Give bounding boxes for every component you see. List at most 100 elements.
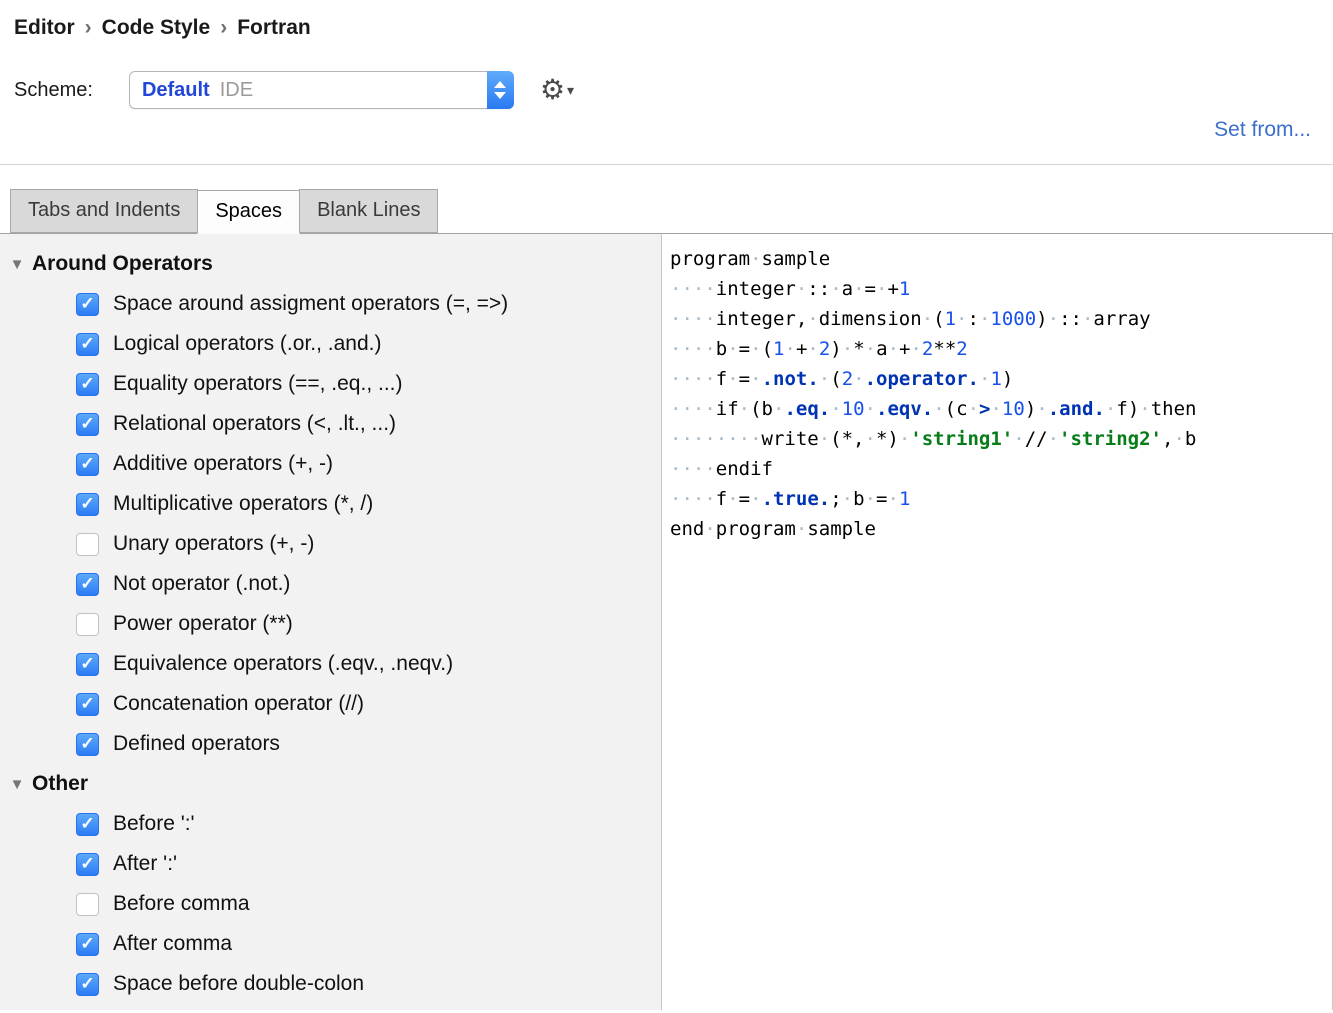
option-label: Multiplicative operators (*, /) <box>113 492 373 516</box>
option-row-space-before-double-colon[interactable]: ✓Space before double-colon <box>0 964 661 1004</box>
code-preview: program·sample····integer·::·a·=·+1····i… <box>662 234 1332 544</box>
option-label: Logical operators (.or., .and.) <box>113 332 381 356</box>
section-title: Around Operators <box>32 252 213 276</box>
tab-tabs-and-indents[interactable]: Tabs and Indents <box>10 189 198 233</box>
check-icon: ✓ <box>80 735 94 752</box>
option-row-not-operator-not[interactable]: ✓ Not operator (.not.) <box>0 564 661 604</box>
check-icon: ✓ <box>80 295 94 312</box>
option-row-multiplicative-operators[interactable]: ✓ Multiplicative operators (*, /) <box>0 484 661 524</box>
option-label: Relational operators (<, .lt., ...) <box>113 412 396 436</box>
breadcrumb-item-fortran[interactable]: Fortran <box>237 16 311 39</box>
scheme-selected-value: Default IDE <box>130 79 253 102</box>
option-row-before[interactable]: ✓Before ':' <box>0 804 661 844</box>
option-label: Before comma <box>113 892 250 916</box>
checkbox-checked-icon[interactable]: ✓ <box>76 333 99 356</box>
code-line: ····integer·::·a·=·+1 <box>670 274 1332 304</box>
code-line: ····f·=·.not.·(2·.operator.·1) <box>670 364 1332 394</box>
option-label: Not operator (.not.) <box>113 572 290 596</box>
checkbox-unchecked-icon[interactable] <box>76 613 99 636</box>
scheme-value: Default <box>142 79 210 101</box>
option-row-equality-operators-eq[interactable]: ✓ Equality operators (==, .eq., ...) <box>0 364 661 404</box>
scheme-select[interactable]: Default IDE <box>129 71 514 109</box>
checkbox-checked-icon[interactable]: ✓ <box>76 933 99 956</box>
stepper-up-icon <box>494 81 506 88</box>
stepper-icon[interactable] <box>487 71 514 109</box>
check-icon: ✓ <box>80 935 94 952</box>
checkbox-checked-icon[interactable]: ✓ <box>76 653 99 676</box>
checkbox-unchecked-icon[interactable] <box>76 533 99 556</box>
code-line: end·program·sample <box>670 514 1332 544</box>
option-label: After ':' <box>113 852 177 876</box>
set-from-row: Set from... <box>0 118 1333 148</box>
option-row-after[interactable]: ✓ After ':' <box>0 844 661 884</box>
breadcrumb-item-editor[interactable]: Editor <box>14 16 75 39</box>
breadcrumb-separator: › <box>75 16 102 39</box>
check-icon: ✓ <box>80 575 94 592</box>
checkbox-checked-icon[interactable]: ✓ <box>76 293 99 316</box>
option-row-relational-operators-lt[interactable]: ✓ Relational operators (<, .lt., ...) <box>0 404 661 444</box>
stepper-down-icon <box>494 92 506 99</box>
options-panel: ▼Around Operators✓Space around assigment… <box>0 234 662 1010</box>
option-label: Concatenation operator (//) <box>113 692 364 716</box>
option-row-equivalence-operators-eqv-neqv[interactable]: ✓ Equivalence operators (.eqv., .neqv.) <box>0 644 661 684</box>
chevron-down-icon: ▾ <box>567 82 574 99</box>
option-row-additive-operators[interactable]: ✓ Additive operators (+, -) <box>0 444 661 484</box>
code-line: ····endif <box>670 454 1332 484</box>
check-icon: ✓ <box>80 455 94 472</box>
code-preview-panel: program·sample····integer·::·a·=·+1····i… <box>662 234 1332 1010</box>
breadcrumb: Editor›Code Style›Fortran <box>0 0 1333 40</box>
option-label: Equality operators (==, .eq., ...) <box>113 372 402 396</box>
collapse-triangle-icon[interactable]: ▼ <box>2 776 32 793</box>
scheme-actions-button[interactable]: ⚙ ▾ <box>540 76 574 104</box>
breadcrumb-item-code-style[interactable]: Code Style <box>102 16 211 39</box>
option-label: Defined operators <box>113 732 280 756</box>
option-row-power-operator[interactable]: Power operator (**) <box>0 604 661 644</box>
code-line: program·sample <box>670 244 1332 274</box>
section-header-other[interactable]: ▼Other <box>0 764 661 804</box>
checkbox-checked-icon[interactable]: ✓ <box>76 413 99 436</box>
scheme-label: Scheme: <box>14 79 93 102</box>
section-title: Other <box>32 772 88 796</box>
checkbox-checked-icon[interactable]: ✓ <box>76 453 99 476</box>
checkbox-checked-icon[interactable]: ✓ <box>76 373 99 396</box>
code-line: ····b·=·(1·+·2)·*·a·+·2**2 <box>670 334 1332 364</box>
option-row-unary-operators[interactable]: Unary operators (+, -) <box>0 524 661 564</box>
option-row-logical-operators-or-and[interactable]: ✓ Logical operators (.or., .and.) <box>0 324 661 364</box>
checkbox-checked-icon[interactable]: ✓ <box>76 493 99 516</box>
option-row-after-comma[interactable]: ✓ After comma <box>0 924 661 964</box>
section-header-around-operators[interactable]: ▼Around Operators <box>0 244 661 284</box>
checkbox-checked-icon[interactable]: ✓ <box>76 693 99 716</box>
option-label: Space around assigment operators (=, =>) <box>113 292 508 316</box>
checkbox-checked-icon[interactable]: ✓ <box>76 573 99 596</box>
collapse-triangle-icon[interactable]: ▼ <box>2 256 32 273</box>
option-row-defined-operators[interactable]: ✓ Defined operators <box>0 724 661 764</box>
code-line: ········write·(*,·*)·'string1'·//·'strin… <box>670 424 1332 454</box>
option-label: After comma <box>113 932 232 956</box>
check-icon: ✓ <box>80 415 94 432</box>
check-icon: ✓ <box>80 375 94 392</box>
checkbox-checked-icon[interactable]: ✓ <box>76 733 99 756</box>
option-label: Unary operators (+, -) <box>113 532 314 556</box>
checkbox-unchecked-icon[interactable] <box>76 893 99 916</box>
check-icon: ✓ <box>80 495 94 512</box>
tab-blank-lines[interactable]: Blank Lines <box>299 189 438 233</box>
gear-icon: ⚙ <box>540 76 565 104</box>
tab-spaces[interactable]: Spaces <box>197 190 300 234</box>
option-label: Additive operators (+, -) <box>113 452 333 476</box>
option-row-concatenation-operator[interactable]: ✓ Concatenation operator (//) <box>0 684 661 724</box>
option-row-space-around-assigment-operators[interactable]: ✓ Space around assigment operators (=, =>… <box>0 284 661 324</box>
set-from-link[interactable]: Set from... <box>1214 118 1311 141</box>
settings-header: Editor›Code Style›Fortran Scheme: Defaul… <box>0 0 1333 165</box>
checkbox-checked-icon[interactable]: ✓ <box>76 853 99 876</box>
option-row-before-comma[interactable]: Before comma <box>0 884 661 924</box>
checkbox-checked-icon[interactable]: ✓ <box>76 813 99 836</box>
scheme-row: Scheme: Default IDE ⚙ ▾ <box>14 70 1333 110</box>
breadcrumb-separator: › <box>210 16 237 39</box>
code-line: ····integer,·dimension·(1·:·1000)·::·arr… <box>670 304 1332 334</box>
check-icon: ✓ <box>80 695 94 712</box>
option-label: Equivalence operators (.eqv., .neqv.) <box>113 652 453 676</box>
scheme-value-suffix: IDE <box>220 79 253 101</box>
check-icon: ✓ <box>80 335 94 352</box>
check-icon: ✓ <box>80 655 94 672</box>
checkbox-checked-icon[interactable]: ✓ <box>76 973 99 996</box>
